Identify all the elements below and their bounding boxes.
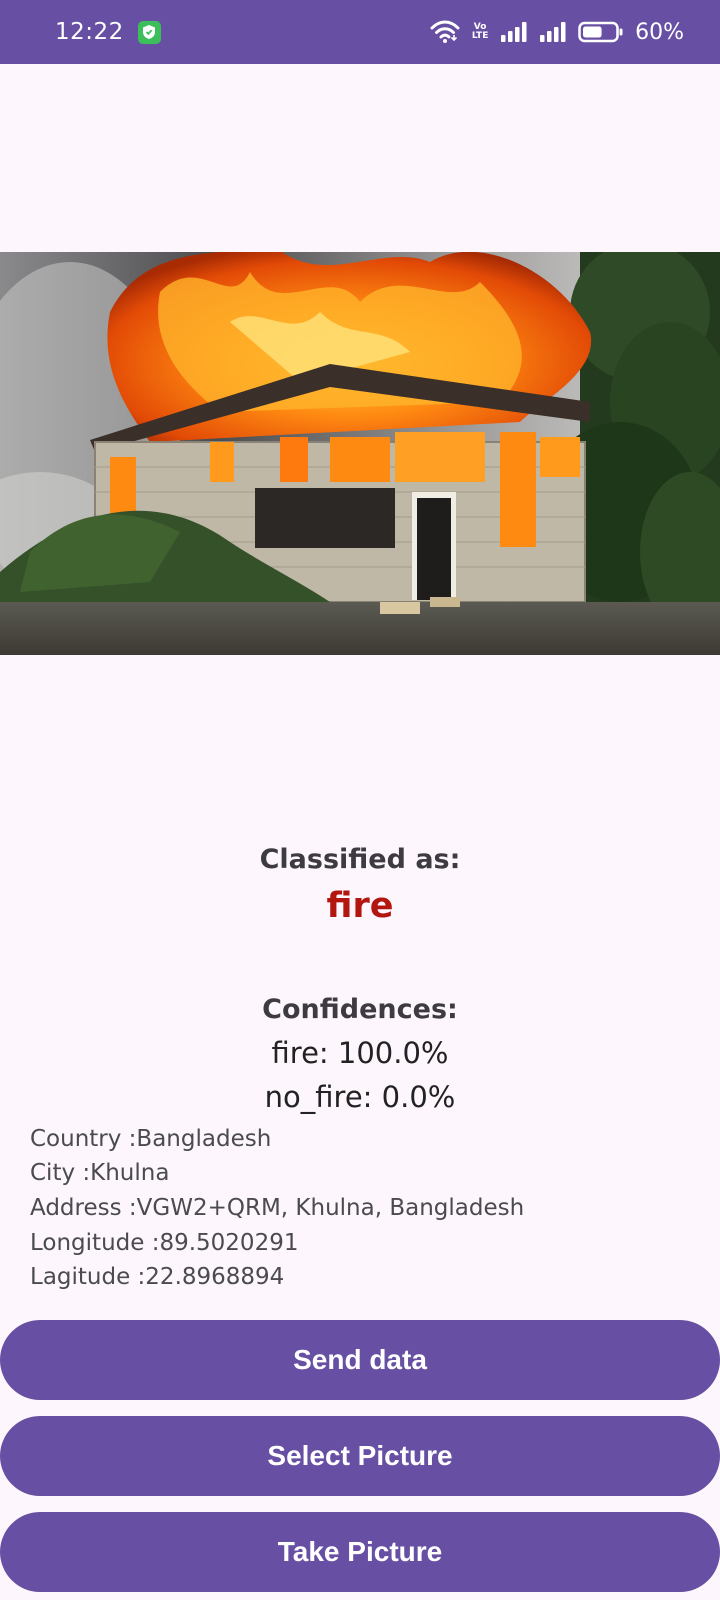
status-bar: 12:22 Vo LTE 60%: [0, 0, 720, 64]
status-time: 12:22: [55, 19, 124, 45]
latitude-text: Lagitude :22.8968894: [30, 1264, 285, 1290]
house-fire-photo: [0, 252, 720, 655]
classified-label: Classified as:: [259, 844, 461, 875]
take-picture-button[interactable]: Take Picture: [0, 1512, 720, 1592]
confidences-label: Confidences:: [262, 994, 458, 1025]
classified-value: fire: [326, 886, 394, 926]
country-text: Country :Bangladesh: [30, 1126, 272, 1152]
battery-percent: 60%: [635, 19, 684, 45]
confidence-fire: fire: 100.0%: [271, 1036, 449, 1070]
status-icons: Vo LTE 60%: [430, 20, 684, 45]
select-picture-button[interactable]: Select Picture: [0, 1416, 720, 1496]
signal-icon: [540, 22, 566, 42]
send-data-button[interactable]: Send data: [0, 1320, 720, 1400]
battery-icon: [578, 21, 623, 43]
longitude-text: Longitude :89.5020291: [30, 1230, 299, 1256]
address-text: Address :VGW2+QRM, Khulna, Bangladesh: [30, 1195, 525, 1221]
city-text: City :Khulna: [30, 1160, 170, 1186]
volte-icon: Vo LTE: [471, 22, 489, 41]
confidence-no-fire: no_fire: 0.0%: [264, 1080, 456, 1114]
signal-icon: [501, 22, 527, 42]
shield-check-icon: [137, 20, 161, 44]
wifi-icon: [430, 20, 460, 43]
